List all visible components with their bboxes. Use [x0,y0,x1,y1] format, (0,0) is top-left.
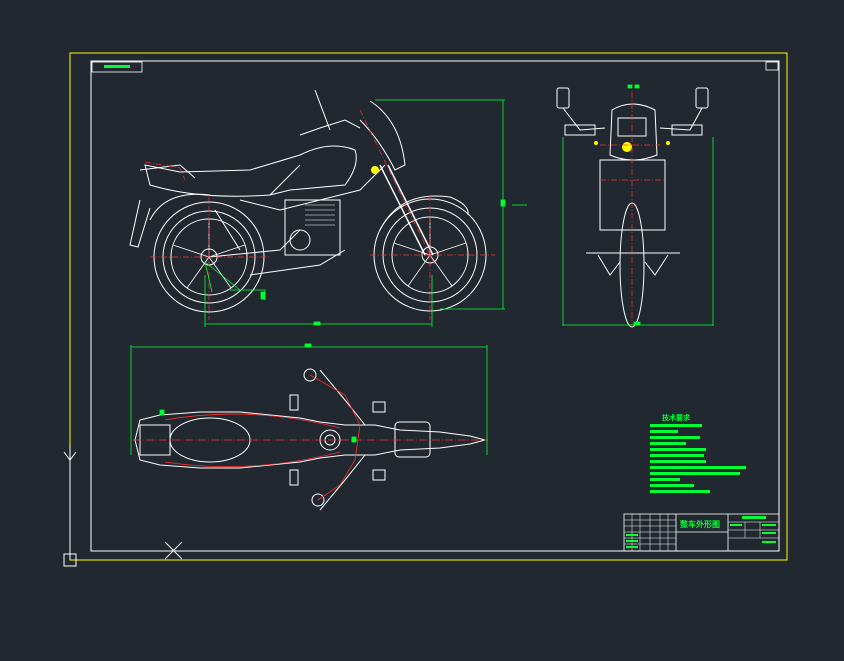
headlight-marker [371,166,379,174]
right-indicator-top [372,469,386,481]
cad-model-space[interactable]: 技术要求 整车外形图 [0,0,844,657]
footpegs [597,254,669,276]
rear-mudflap [129,199,151,248]
left-indicator [594,141,598,145]
tech-requirements[interactable] [650,424,746,493]
top-centerlines [133,374,488,501]
headlight [622,142,632,152]
engine-fins [305,204,335,226]
tech-requirement-lines [650,424,746,493]
mirror-stem [314,89,331,131]
drawing-canvas[interactable] [0,0,844,657]
right-footpeg-top [289,469,299,486]
title-block-name: 整车外形图 [680,520,720,529]
front-view[interactable] [556,84,714,328]
corner-mark [765,61,779,71]
handlebar [299,119,361,136]
windshield [359,100,406,171]
seat-seam [269,164,301,196]
right-indicator [666,141,670,145]
left-indicator-top [372,401,386,413]
tech-requirements-title: 技术要求 [662,414,690,422]
headlight-top [394,421,431,458]
front-fairing [609,103,658,161]
right-mirror [695,87,709,109]
engine-case [289,229,311,251]
right-handlebar [659,107,703,131]
seat-and-tank [144,145,357,197]
side-dimensions [204,99,527,327]
left-handlebar [562,107,606,131]
rear-fender [149,193,211,221]
front-centerlines [600,92,665,325]
left-mirror [556,87,570,109]
top-dimensions [130,343,488,455]
fork-body [599,159,666,231]
swing-arm [208,229,301,258]
side-view[interactable] [129,89,527,327]
left-footpeg-top [289,394,299,411]
top-view[interactable] [130,343,488,511]
ucs-y-axis-icon [63,445,77,567]
front-dimensions [562,84,714,326]
drawing-number-text [104,65,130,68]
